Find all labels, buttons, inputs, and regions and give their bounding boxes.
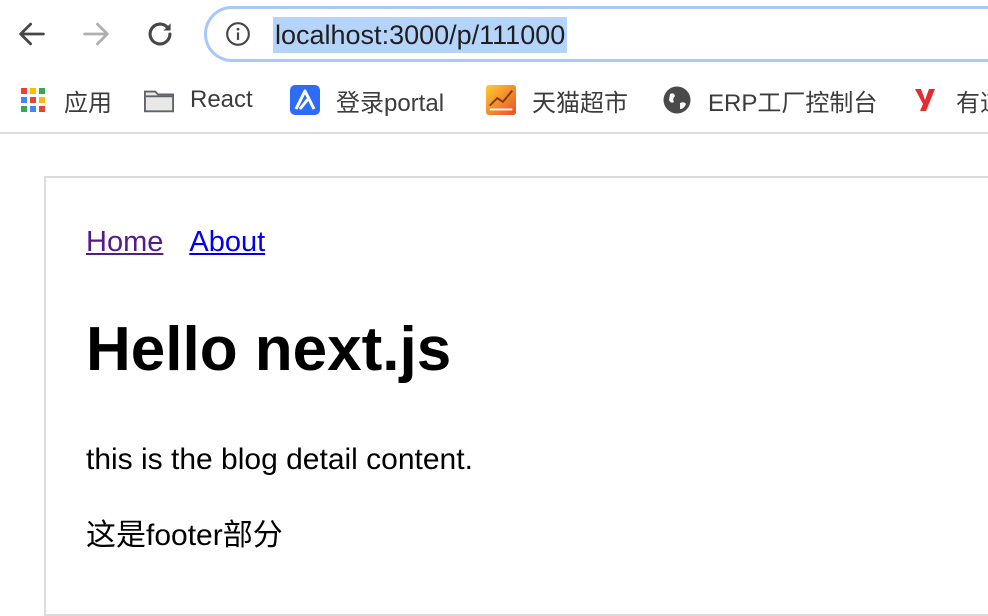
site-info-icon[interactable]: [225, 21, 251, 47]
forward-button[interactable]: [76, 14, 116, 54]
forward-arrow-icon: [83, 22, 109, 46]
back-button[interactable]: [12, 14, 52, 54]
bookmark-youdao[interactable]: 有道: [910, 82, 988, 118]
page-container: Home About Hello next.js this is the blog…: [44, 176, 988, 616]
bookmark-label: 有道: [956, 89, 988, 117]
home-link[interactable]: Home: [86, 226, 163, 258]
bookmark-tmall[interactable]: 天猫超市: [486, 82, 628, 118]
blog-content: this is the blog detail content.: [86, 443, 473, 476]
bookmark-label: 天猫超市: [532, 89, 628, 117]
page-title: Hello next.js: [86, 315, 452, 384]
site-nav: Home About: [86, 222, 265, 262]
bookmark-portal[interactable]: 登录portal: [290, 82, 444, 118]
bookmark-erp[interactable]: ERP工厂控制台: [662, 82, 877, 118]
folder-icon: [144, 85, 174, 115]
url-text[interactable]: localhost:3000/p/111000: [273, 17, 568, 53]
page-footer: 这是footer部分: [86, 519, 283, 552]
youdao-icon: [910, 85, 940, 115]
browser-toolbar: localhost:3000/p/111000: [0, 0, 988, 68]
bookmark-label: 登录portal: [336, 89, 445, 117]
bookmark-apps[interactable]: 应用: [18, 82, 112, 118]
globe-icon: [662, 85, 692, 115]
back-arrow-icon: [19, 22, 45, 46]
address-bar[interactable]: localhost:3000/p/111000: [204, 6, 988, 62]
page-viewport: Home About Hello next.js this is the blog…: [0, 134, 988, 616]
about-link[interactable]: About: [189, 226, 265, 258]
bookmark-label: ERP工厂控制台: [708, 89, 878, 117]
bookmark-folder-react[interactable]: React: [144, 82, 253, 118]
portal-logo-icon: [290, 85, 320, 115]
reload-icon: [148, 22, 172, 46]
apps-grid-icon: [18, 85, 48, 115]
bookmarks-bar: 应用 React 登录portal 天猫超市 ERP工厂控制台 有: [0, 68, 988, 134]
reload-button[interactable]: [140, 14, 180, 54]
tmall-icon: [486, 85, 516, 115]
bookmark-label: 应用: [64, 89, 112, 117]
bookmark-label: React: [190, 86, 253, 113]
